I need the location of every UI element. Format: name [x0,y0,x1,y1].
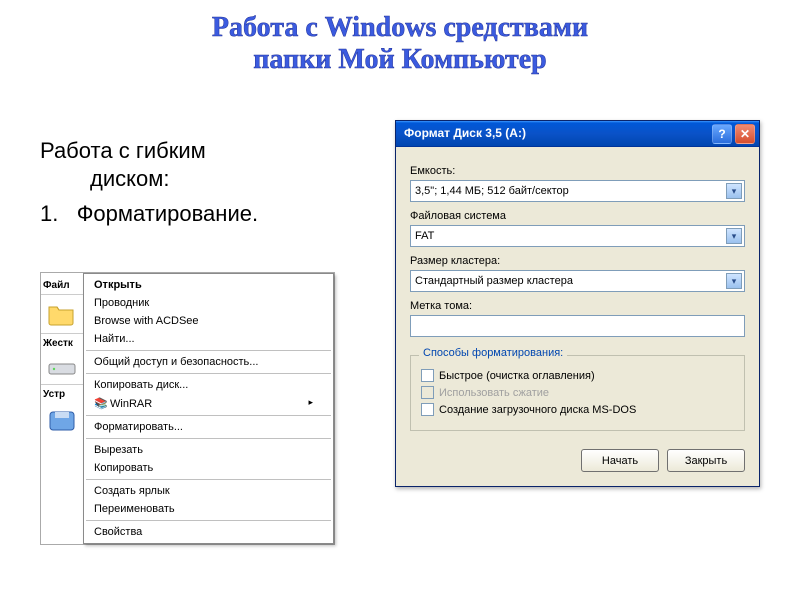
title-line-1: Работа с Windows средствами [0,12,800,44]
format-options-group: Способы форматирования: Быстрое (очистка… [410,355,745,431]
quick-format-checkbox[interactable] [421,369,434,382]
close-button[interactable]: ✕ [735,124,755,144]
filesystem-label: Файловая система [410,210,745,222]
menu-separator [86,373,331,374]
menu-rename[interactable]: Переименовать [86,500,331,518]
menu-copy-disk[interactable]: Копировать диск... [86,376,331,394]
chevron-down-icon: ▾ [726,228,742,244]
close-dialog-button[interactable]: Закрыть [667,449,745,472]
menu-copy[interactable]: Копировать [86,459,331,477]
group-title: Способы форматирования: [419,347,567,359]
capacity-label: Емкость: [410,165,745,177]
body-heading-1: Работа с гибким [40,138,206,163]
list-number: 1. [40,201,58,226]
menu-separator [86,350,331,351]
dialog-title-text: Формат Диск 3,5 (A:) [404,126,526,140]
left-text-block: Работа с гибким диском: 1. Форматировани… [40,137,370,228]
menu-separator [86,479,331,480]
slide-title: Работа с Windows средствами папки Мой Ко… [0,12,800,76]
hard-drive-icon [47,358,77,378]
context-menu: Открыть Проводник Browse with ACDSee Най… [83,273,334,544]
filesystem-combo[interactable]: FAT ▾ [410,225,745,247]
chevron-down-icon: ▾ [726,273,742,289]
list-text: Форматирование. [77,201,258,226]
capacity-combo[interactable]: 3,5"; 1,44 МБ; 512 байт/сектор ▾ [410,180,745,202]
cluster-combo[interactable]: Стандартный размер кластера ▾ [410,270,745,292]
menu-separator [86,415,331,416]
quick-format-label: Быстрое (очистка оглавления) [439,370,595,382]
bootdisk-checkbox[interactable] [421,403,434,416]
volume-input[interactable] [410,315,745,337]
menu-acdsee[interactable]: Browse with ACDSee [86,312,331,330]
format-dialog: Формат Диск 3,5 (A:) ? ✕ Емкость: 3,5"; … [395,120,760,487]
compress-checkbox [421,386,434,399]
explorer-dev-label: Устр [41,386,83,403]
menu-format[interactable]: Форматировать... [86,418,331,436]
menu-separator [86,520,331,521]
start-button[interactable]: Начать [581,449,659,472]
explorer-screenshot: Файл Жестк Устр Открыть Проводник Browse… [40,272,335,545]
menu-winrar[interactable]: 📚WinRAR [86,394,331,413]
folder-icon [47,301,77,327]
help-button[interactable]: ? [712,124,732,144]
bootdisk-label: Создание загрузочного диска MS-DOS [439,404,636,416]
cluster-label: Размер кластера: [410,255,745,267]
dialog-titlebar[interactable]: Формат Диск 3,5 (A:) ? ✕ [396,121,759,147]
menu-shortcut[interactable]: Создать ярлык [86,482,331,500]
menu-properties[interactable]: Свойства [86,523,331,541]
volume-label: Метка тома: [410,300,745,312]
menu-explorer[interactable]: Проводник [86,294,331,312]
capacity-value: 3,5"; 1,44 МБ; 512 байт/сектор [415,185,569,197]
menu-open[interactable]: Открыть [86,276,331,294]
body-heading-2: диском: [40,165,370,193]
compress-label: Использовать сжатие [439,387,549,399]
cluster-value: Стандартный размер кластера [415,275,573,287]
explorer-files-label: Файл [41,277,83,295]
menu-find[interactable]: Найти... [86,330,331,348]
explorer-hdd-label: Жестк [41,335,83,352]
menu-cut[interactable]: Вырезать [86,441,331,459]
title-line-2: папки Мой Компьютер [0,44,800,76]
chevron-down-icon: ▾ [726,183,742,199]
menu-separator [86,438,331,439]
menu-share[interactable]: Общий доступ и безопасность... [86,353,331,371]
floppy-drive-icon [47,409,77,433]
winrar-icon: 📚 [94,397,108,410]
filesystem-value: FAT [415,230,434,242]
